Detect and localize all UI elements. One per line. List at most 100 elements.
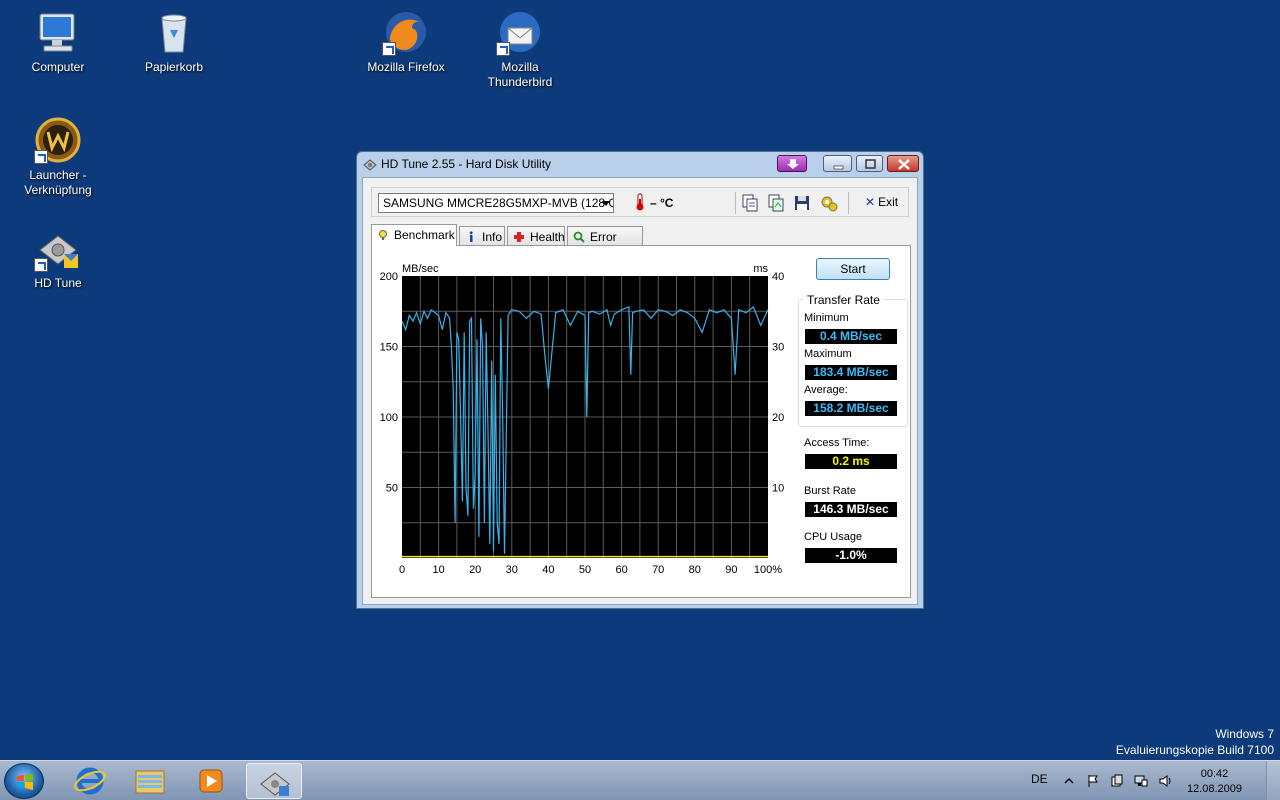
desktop-icon-recycle-bin[interactable]: Papierkorb [124, 8, 224, 75]
close-icon [898, 159, 910, 170]
exit-label: Exit [878, 195, 899, 209]
shortcut-arrow-icon [496, 42, 510, 56]
desktop-icon-label: Computer [31, 60, 85, 74]
options-icon[interactable] [819, 193, 839, 213]
window-title: HD Tune 2.55 - Hard Disk Utility [381, 157, 552, 171]
media-player-icon [199, 769, 223, 793]
desktop-icon-thunderbird[interactable]: Mozilla Thunderbird [470, 8, 570, 90]
taskbar: DE 00:42 12.08.2009 [0, 760, 1280, 800]
clock-date: 12.08.2009 [1186, 783, 1242, 795]
x-tick-label: 40 [542, 564, 554, 576]
tab-strip: Benchmark Info Health Error Scan [371, 224, 911, 258]
start-button[interactable]: Start [816, 258, 890, 280]
x-tick-label: 100% [754, 564, 782, 576]
save-icon[interactable] [792, 193, 812, 213]
desktop-icon-launcher[interactable]: Launcher - Verknüpfung [8, 116, 108, 198]
action-center-flag-icon[interactable] [1086, 774, 1100, 788]
close-button[interactable] [887, 155, 919, 172]
windows-logo-icon [17, 774, 33, 790]
benchmark-panel: 200 150 100 50 40 30 20 10 0 10 20 30 40 50 60 70 80 90 10… [371, 245, 911, 598]
error-scan-icon [573, 231, 585, 243]
minimize-icon [833, 165, 844, 170]
taskbar-ie-button[interactable] [62, 763, 118, 799]
taskbar-media-player-button[interactable] [184, 763, 240, 799]
hdtune-update-button[interactable] [777, 155, 807, 172]
y-tick-label-right: 10 [772, 483, 784, 495]
drive-select-value: SAMSUNG MMCRE28G5MXP-MVB (128 GB [383, 196, 614, 210]
benchmark-chart-svg: 20015010050403020100 10 20 30 40 50 60 70 80 90 10… [380, 263, 785, 576]
desktop-icon-hdtune[interactable]: HD Tune [8, 224, 108, 291]
x-tick-label: 10 [432, 564, 444, 576]
device-icon[interactable] [1110, 774, 1124, 788]
benchmark-chart: 200 150 100 50 40 30 20 10 0 10 20 30 40 50 60 70 80 90 10… [372, 246, 792, 596]
exit-x-icon: ✕ [865, 195, 876, 209]
tab-info[interactable]: Info [459, 226, 505, 246]
y-tick-label-left: 50 [386, 483, 398, 495]
burst-rate-value: 146.3 MB/sec [805, 502, 897, 517]
minimize-button[interactable] [823, 155, 852, 172]
burst-rate-label: Burst Rate [804, 485, 856, 497]
taskbar-explorer-button[interactable] [122, 763, 178, 799]
y-tick-label-left: 100 [380, 412, 398, 424]
maximize-icon [865, 159, 876, 169]
benchmark-icon [379, 230, 387, 240]
chevron-up-icon[interactable] [1062, 774, 1076, 788]
show-desktop-button[interactable] [1266, 761, 1280, 800]
tab-benchmark[interactable]: Benchmark [371, 224, 457, 246]
toolbar-separator [848, 192, 849, 214]
y-axis-label-left: MB/sec [402, 263, 439, 275]
taskbar-hdtune-button[interactable] [246, 763, 302, 799]
average-value: 158.2 MB/sec [805, 401, 897, 416]
windows-watermark: Windows 7 Evaluierungskopie Build 7100 [1116, 726, 1274, 758]
recycle-bin-icon [150, 8, 198, 56]
computer-icon [34, 8, 82, 56]
hdtune-icon [260, 772, 290, 796]
x-tick-label: 70 [652, 564, 664, 576]
toolbar-separator [735, 192, 736, 214]
desktop-icon-firefox[interactable]: Mozilla Firefox [356, 8, 456, 75]
copy-screenshot-icon[interactable] [766, 193, 786, 213]
volume-icon[interactable] [1158, 774, 1172, 788]
shortcut-arrow-icon [382, 42, 396, 56]
clock[interactable]: 00:42 12.08.2009 [1187, 767, 1242, 797]
x-tick-label: 20 [469, 564, 481, 576]
copy-info-icon[interactable] [740, 193, 760, 213]
tab-label: Benchmark [394, 228, 455, 242]
wow-launcher-icon [34, 116, 82, 164]
y-tick-label-right: 20 [772, 412, 784, 424]
chevron-down-icon [602, 201, 610, 206]
y-tick-label-left: 150 [380, 342, 398, 354]
thunderbird-icon [496, 8, 544, 56]
shortcut-arrow-icon [34, 150, 48, 164]
firefox-icon [382, 8, 430, 56]
minimum-value: 0.4 MB/sec [805, 329, 897, 344]
watermark-line-1: Windows 7 [1215, 727, 1274, 741]
y-tick-label-left: 200 [380, 271, 398, 283]
transfer-rate-title: Transfer Rate [803, 293, 884, 307]
y-tick-label-right: 40 [772, 271, 784, 283]
desktop-icon-label: Launcher - Verknüpfung [24, 168, 92, 197]
tab-error-scan[interactable]: Error Scan [567, 226, 643, 258]
desktop-icon-label: Mozilla Firefox [367, 60, 445, 74]
maximize-button[interactable] [856, 155, 883, 172]
tab-health[interactable]: Health [507, 226, 565, 246]
network-icon[interactable] [1134, 774, 1148, 788]
desktop-icon-computer[interactable]: Computer [8, 8, 108, 75]
language-indicator[interactable]: DE [1031, 772, 1048, 786]
benchmark-results: Start Transfer Rate Minimum 0.4 MB/sec M… [798, 246, 912, 596]
drive-select[interactable]: SAMSUNG MMCRE28G5MXP-MVB (128 GB [378, 193, 614, 213]
exit-button[interactable]: ✕ Exit [865, 195, 898, 209]
start-button[interactable] [4, 763, 44, 799]
average-label: Average: [804, 384, 848, 396]
desktop-icon-label: Mozilla Thunderbird [487, 60, 553, 89]
y-tick-label-right: 30 [772, 342, 784, 354]
x-tick-label: 60 [615, 564, 627, 576]
x-tick-label: 50 [579, 564, 591, 576]
thermometer-icon [636, 193, 644, 211]
temperature-readout: – °C [650, 196, 674, 210]
watermark-line-2: Evaluierungskopie Build 7100 [1115, 743, 1274, 757]
x-tick-label: 0 [399, 564, 405, 576]
title-bar[interactable]: HD Tune 2.55 - Hard Disk Utility [357, 152, 923, 176]
cpu-usage-label: CPU Usage [804, 531, 863, 543]
desktop-icon-label: HD Tune [34, 276, 82, 290]
